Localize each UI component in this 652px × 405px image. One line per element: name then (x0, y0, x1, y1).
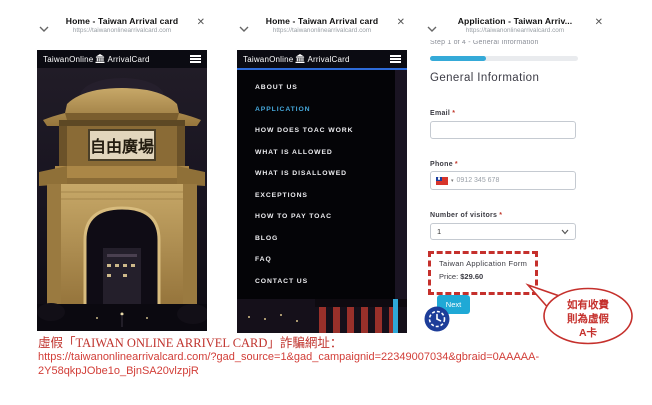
chevron-down-icon[interactable] (427, 20, 437, 28)
hamburger-menu-icon[interactable] (190, 54, 201, 65)
brand-right-text: ArrivalCard (107, 55, 149, 64)
phone-placeholder: 0912 345 678 (457, 177, 500, 184)
close-icon[interactable]: ✕ (397, 18, 405, 28)
progress-bar (430, 56, 578, 61)
visitors-select[interactable]: 1 (430, 223, 576, 240)
tab-title: Home - Taiwan Arrival card (37, 16, 207, 26)
taiwan-flag-icon (436, 177, 448, 185)
brand-right-text: ArrivalCard (307, 55, 349, 64)
required-asterisk: * (499, 212, 502, 219)
scam-headline-text: 虛假「TAIWAN ONLINE ARRIVEL CARD」詐騙網址： (38, 332, 342, 351)
form-heading: General Information (430, 72, 539, 84)
visitors-label: Number of visitors* (430, 212, 502, 219)
menu-item-contact-us[interactable]: CONTACT US (255, 278, 395, 300)
theater-photo-strip (237, 299, 407, 333)
menu-item-exceptions[interactable]: EXCEPTIONS (255, 192, 395, 214)
site-logo: TaiwanOnline ArrivalCard (43, 54, 150, 65)
tab-title: Home - Taiwan Arrival card (237, 16, 407, 26)
phone2-site-header: TaiwanOnline ArrivalCard (237, 50, 407, 68)
brand-left-text: TaiwanOnline (43, 55, 93, 64)
required-asterisk: * (452, 110, 455, 117)
country-caret-icon: ▾ (451, 178, 454, 184)
tab-url: https://taiwanonlinearrivalcard.com (37, 27, 207, 34)
close-icon[interactable]: ✕ (197, 18, 205, 28)
chevron-down-icon (561, 229, 569, 235)
menu-item-how-does-toac-work[interactable]: HOW DOES TOAC WORK (255, 127, 395, 149)
tab-title: Application - Taiwan Arriv... (425, 16, 605, 26)
menu-item-about-us[interactable]: ABOUT US (255, 84, 395, 106)
chevron-down-icon[interactable] (239, 20, 249, 28)
site-logo: TaiwanOnline ArrivalCard (243, 54, 350, 65)
progress-fill (430, 56, 486, 61)
email-label: Email* (430, 110, 455, 117)
email-field[interactable] (430, 121, 576, 139)
menu-item-faq[interactable]: FAQ (255, 256, 395, 278)
temple-icon (295, 54, 305, 65)
brand-left-text: TaiwanOnline (243, 55, 293, 64)
scam-warning-callout: 如有收費 則為虛假 A卡 (524, 283, 636, 352)
phone2-tab-row: Home - Taiwan Arrival card https://taiwa… (237, 14, 407, 44)
phone1-site-header: TaiwanOnline ArrivalCard (37, 50, 207, 68)
menu-item-what-is-disallowed[interactable]: WHAT IS DISALLOWED (255, 170, 395, 192)
phone-field[interactable]: ▾ 0912 345 678 (430, 171, 576, 190)
close-icon[interactable]: ✕ (595, 18, 603, 28)
visitors-value: 1 (437, 227, 441, 236)
clock-widget-icon[interactable] (424, 306, 450, 332)
menu-item-application[interactable]: APPLICATION (255, 106, 395, 128)
tab-url: https://taiwanonlinearrivalcard.com (237, 27, 407, 34)
hamburger-menu-icon[interactable] (390, 54, 401, 65)
photo-sliver (395, 70, 407, 299)
nav-menu-panel: ABOUT US APPLICATION HOW DOES TOAC WORK … (237, 70, 395, 299)
scam-url-line-2: 2Y58qkpJObe1o_BjnSA20vlzpjR (38, 364, 539, 378)
tab-url: https://taiwanonlinearrivalcard.com (425, 27, 605, 34)
callout-line-3: A卡 (579, 326, 598, 339)
scam-url-text: https://taiwanonlinearrivalcard.com/?gad… (38, 350, 539, 378)
phone1-tab-row: Home - Taiwan Arrival card https://taiwa… (37, 14, 207, 44)
menu-item-what-is-allowed[interactable]: WHAT IS ALLOWED (255, 149, 395, 171)
menu-item-blog[interactable]: BLOG (255, 235, 395, 257)
product-name: Taiwan Application Form (439, 259, 535, 268)
phone2-menu-screenshot: Home - Taiwan Arrival card https://taiwa… (237, 14, 407, 333)
gate-plaque-text: 自由廣場 (90, 137, 154, 156)
scrollbar[interactable] (393, 299, 398, 333)
callout-line-1: 如有收費 (567, 298, 609, 311)
callout-line-2: 則為虛假 (566, 312, 609, 325)
phone-label: Phone* (430, 161, 458, 168)
chevron-down-icon[interactable] (39, 20, 49, 28)
phone2-page-body: ABOUT US APPLICATION HOW DOES TOAC WORK … (237, 70, 407, 333)
screenshot-root: Home - Taiwan Arrival card https://taiwa… (0, 0, 652, 405)
required-asterisk: * (455, 161, 458, 168)
scam-url-line-1: https://taiwanonlinearrivalcard.com/?gad… (38, 350, 539, 364)
step-indicator-text: Step 1 of 4 - General Information (430, 40, 580, 49)
menu-item-how-to-pay-toac[interactable]: HOW TO PAY TOAC (255, 213, 395, 235)
liberty-square-gate-photo: 自由廣場 (37, 68, 207, 336)
product-price: Price: $29.60 (439, 272, 535, 281)
phone1-home-screenshot: Home - Taiwan Arrival card https://taiwa… (37, 14, 207, 336)
price-highlight-box: Taiwan Application Form Price: $29.60 (428, 251, 538, 295)
temple-icon (95, 54, 105, 65)
